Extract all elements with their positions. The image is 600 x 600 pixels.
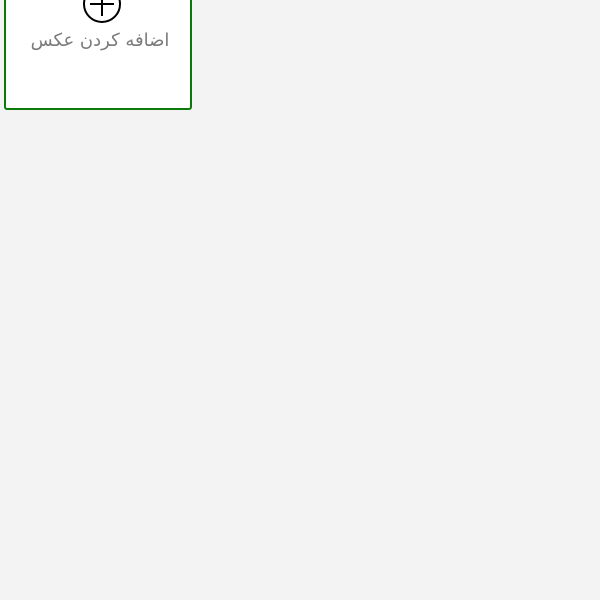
page: اضافه کردن عکس: [0, 0, 600, 600]
add-photo-button[interactable]: اضافه کردن عکس: [4, 0, 192, 110]
plus-circle-icon: [83, 0, 121, 23]
add-photo-label: اضافه کردن عکس: [30, 30, 170, 51]
